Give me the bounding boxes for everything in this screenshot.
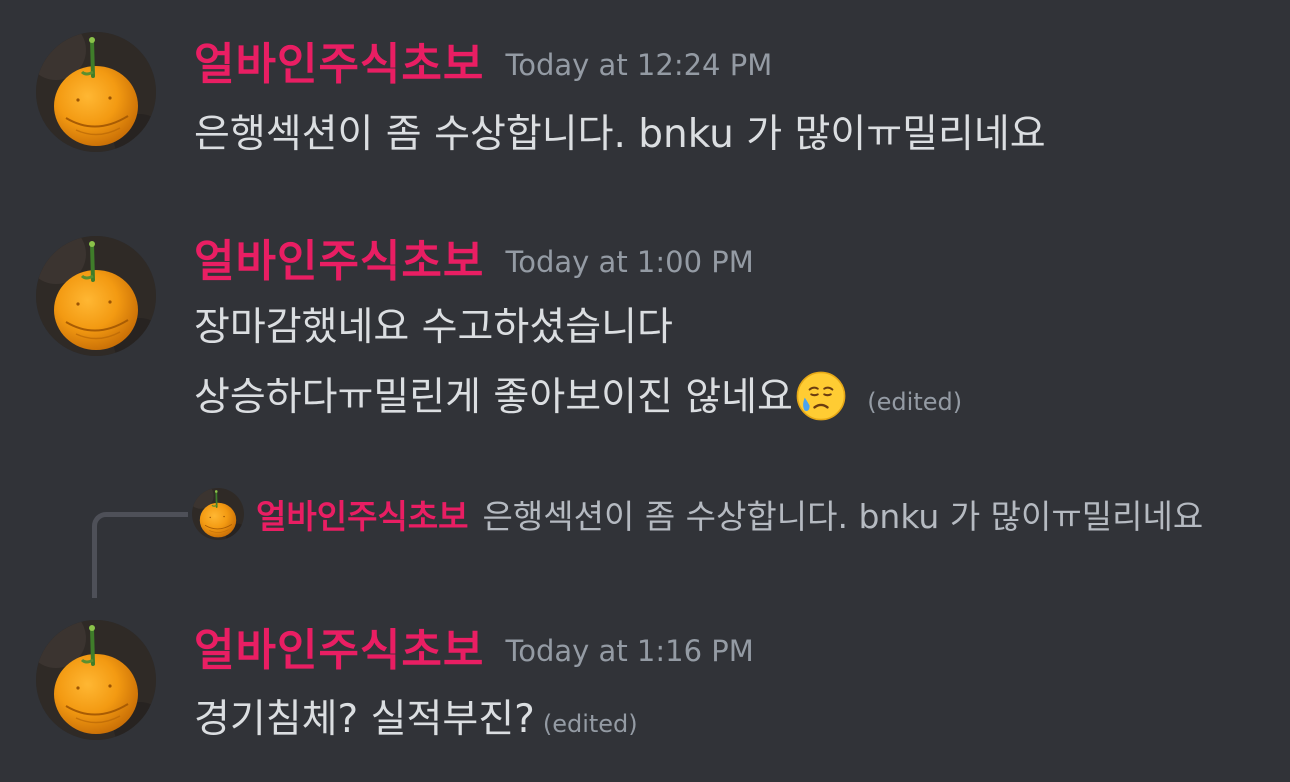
sad-but-relieved-face-icon — [796, 371, 846, 421]
edited-label: (edited) — [867, 388, 963, 416]
reply-avatar[interactable] — [192, 488, 244, 540]
message-text: 은행섹션이 좀 수상합니다. bnku 가 많이ㅠ밀리네요 — [194, 112, 1046, 157]
message-text: 상승하다ㅠ밀린게 좋아보이진 않네요 — [194, 375, 793, 420]
message-header: 얼바인주식초보 Today at 12:24 PM — [194, 28, 772, 92]
message-timestamp[interactable]: Today at 1:16 PM — [505, 634, 753, 668]
message-text: 장마감했네요 수고하셨습니다 — [194, 305, 673, 350]
message-header: 얼바인주식초보 Today at 1:00 PM — [194, 225, 754, 289]
message-header: 얼바인주식초보 Today at 1:16 PM — [194, 614, 754, 678]
message-text: 경기침체? 실적부진? — [194, 697, 535, 742]
orange-avatar-icon — [36, 236, 156, 356]
message-text-row: 상승하다ㅠ밀린게 좋아보이진 않네요 (edited) — [194, 366, 962, 422]
orange-avatar-icon — [36, 620, 156, 740]
reply-preview-text[interactable]: 은행섹션이 좀 수상합니다. bnku 가 많이ㅠ밀리네요 — [483, 497, 1204, 536]
chat-message-list: 얼바인주식초보 Today at 12:24 PM 은행섹션이 좀 수상합니다.… — [0, 0, 1290, 782]
user-avatar[interactable] — [36, 236, 156, 356]
username[interactable]: 얼바인주식초보 — [194, 39, 484, 90]
reply-connector — [92, 512, 188, 598]
orange-avatar-icon — [192, 488, 244, 540]
message-text-row: 경기침체? 실적부진? (edited) — [194, 688, 638, 744]
reply-username[interactable]: 얼바인주식초보 — [256, 497, 469, 536]
message-timestamp[interactable]: Today at 12:24 PM — [505, 48, 772, 82]
user-avatar[interactable] — [36, 620, 156, 740]
user-avatar[interactable] — [36, 32, 156, 152]
orange-avatar-icon — [36, 32, 156, 152]
username[interactable]: 얼바인주식초보 — [194, 625, 484, 676]
reply-reference[interactable]: 얼바인주식초보 은행섹션이 좀 수상합니다. bnku 가 많이ㅠ밀리네요 — [192, 488, 1272, 543]
message-timestamp[interactable]: Today at 1:00 PM — [505, 245, 753, 279]
edited-label: (edited) — [542, 710, 638, 738]
username[interactable]: 얼바인주식초보 — [194, 236, 484, 287]
